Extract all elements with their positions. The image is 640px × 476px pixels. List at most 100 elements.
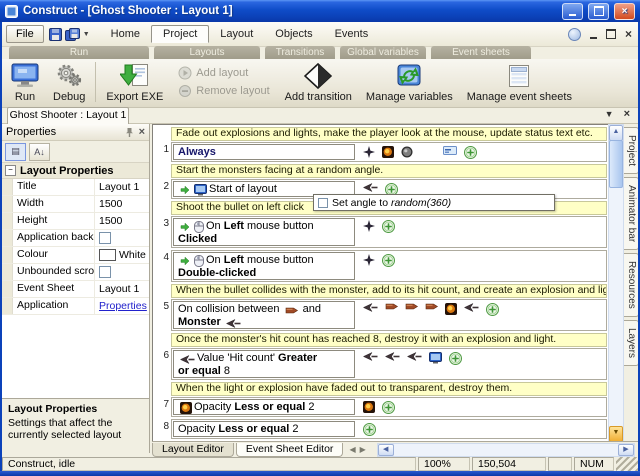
- side-tab-animator[interactable]: Animator bar: [624, 177, 639, 251]
- run-button[interactable]: Run: [4, 61, 46, 105]
- property-value[interactable]: [95, 266, 149, 278]
- event-row[interactable]: 7 Opacity Less or equal 2: [163, 397, 607, 417]
- hscroll-track[interactable]: [394, 444, 618, 456]
- add-icon[interactable]: [464, 146, 477, 159]
- event-condition[interactable]: Opacity Less or equal 2: [173, 399, 355, 415]
- tab-layout[interactable]: Layout: [209, 25, 264, 43]
- property-value[interactable]: 1500: [95, 215, 149, 227]
- debug-button[interactable]: Debug: [46, 61, 92, 105]
- side-tab-project[interactable]: Project: [624, 127, 639, 175]
- event-row[interactable]: 6 Value 'Hit count' Greater or equal 8: [163, 348, 607, 380]
- property-value[interactable]: White: [95, 249, 149, 261]
- maximize-button[interactable]: [588, 2, 609, 20]
- mdi-close-icon[interactable]: ×: [625, 28, 632, 40]
- tab-events[interactable]: Events: [324, 25, 380, 43]
- panel-menu-icon[interactable]: ▼: [605, 109, 614, 119]
- manage-variables-button[interactable]: Manage variables: [359, 61, 460, 105]
- side-tab-layers[interactable]: Layers: [624, 320, 639, 367]
- pin-icon[interactable]: [124, 127, 135, 138]
- event-comment[interactable]: Start the monsters facing at a random an…: [171, 164, 607, 178]
- property-value[interactable]: [95, 232, 149, 244]
- event-comment[interactable]: Fade out explosions and lights, make the…: [171, 127, 607, 141]
- event-actions[interactable]: [355, 217, 606, 247]
- tab-project[interactable]: Project: [151, 25, 210, 43]
- property-row[interactable]: Application Properties: [2, 298, 149, 315]
- add-icon[interactable]: [486, 303, 499, 316]
- event-row[interactable]: 5 On collision between and Monster: [163, 299, 607, 331]
- event-comment[interactable]: When the light or explosion have faded o…: [171, 382, 607, 396]
- color-swatch[interactable]: [99, 249, 116, 261]
- event-condition[interactable]: On Left mouse button Clicked: [173, 218, 355, 246]
- tab-layout-editor[interactable]: Layout Editor: [152, 442, 234, 457]
- property-checkbox[interactable]: [99, 232, 111, 244]
- event-comment[interactable]: When the bullet collides with the monste…: [171, 284, 607, 298]
- event-sheet-vscrollbar[interactable]: ▲ ▼: [608, 124, 624, 443]
- property-row[interactable]: Title Layout 1: [2, 179, 149, 196]
- save-icon[interactable]: [48, 27, 62, 41]
- panel-close-icon[interactable]: ×: [624, 108, 630, 119]
- add-icon[interactable]: [382, 220, 395, 233]
- sort-az-icon[interactable]: A↓: [29, 142, 50, 161]
- scroll-down-icon[interactable]: ▼: [609, 426, 623, 442]
- close-button[interactable]: ×: [614, 2, 635, 20]
- event-actions[interactable]: [355, 398, 606, 416]
- add-icon[interactable]: [449, 352, 462, 365]
- add-layout-button[interactable]: Add layout: [178, 66, 269, 80]
- resize-grip[interactable]: [616, 457, 638, 471]
- tab-home[interactable]: Home: [100, 25, 151, 43]
- mdi-restore-icon[interactable]: [605, 29, 616, 39]
- tab-objects[interactable]: Objects: [264, 25, 323, 43]
- property-group-header[interactable]: − Layout Properties: [2, 163, 149, 179]
- event-condition[interactable]: Opacity Less or equal 2: [173, 421, 355, 437]
- property-checkbox[interactable]: [99, 266, 111, 278]
- categorized-view-icon[interactable]: ▤: [5, 142, 26, 161]
- add-icon[interactable]: [363, 423, 376, 436]
- tab-nav-arrows[interactable]: ◀▶: [349, 445, 369, 454]
- event-comment[interactable]: Once the monster's hit count has reached…: [171, 333, 607, 347]
- event-row[interactable]: 8 Opacity Less or equal 2: [163, 419, 607, 439]
- dropdown-icon[interactable]: ▼: [83, 31, 90, 38]
- property-row[interactable]: Colour White: [2, 247, 149, 264]
- scroll-left-icon[interactable]: ◀: [377, 443, 394, 456]
- property-value[interactable]: Layout 1: [95, 181, 149, 193]
- scroll-thumb[interactable]: [609, 140, 623, 188]
- event-row[interactable]: 1 Always: [163, 142, 607, 162]
- tab-event-sheet-editor[interactable]: Event Sheet Editor: [235, 442, 344, 457]
- event-condition[interactable]: Value 'Hit count' Greater or equal 8: [173, 350, 355, 378]
- minimize-button[interactable]: [562, 2, 583, 20]
- event-actions[interactable]: [355, 300, 606, 330]
- save-all-icon[interactable]: [64, 27, 80, 41]
- property-row[interactable]: Unbounded scrolli: [2, 264, 149, 281]
- scroll-right-icon[interactable]: ▶: [618, 443, 634, 456]
- property-row[interactable]: Width 1500: [2, 196, 149, 213]
- event-actions[interactable]: [355, 420, 606, 438]
- horizontal-scrollbar[interactable]: ◀ ▶: [376, 442, 635, 457]
- event-condition[interactable]: On collision between and Monster: [173, 301, 355, 329]
- file-menu-button[interactable]: File: [6, 25, 44, 43]
- property-row[interactable]: Height 1500: [2, 213, 149, 230]
- scroll-up-icon[interactable]: ▲: [609, 125, 623, 141]
- event-condition[interactable]: Always: [173, 144, 355, 160]
- event-row[interactable]: 3 On Left mouse button Clicked: [163, 216, 607, 248]
- event-actions[interactable]: [355, 251, 606, 281]
- add-transition-button[interactable]: Add transition: [278, 61, 359, 105]
- event-condition[interactable]: On Left mouse button Double-clicked: [173, 252, 355, 280]
- collapse-icon[interactable]: −: [5, 165, 16, 176]
- property-value[interactable]: Layout 1: [95, 283, 149, 295]
- manage-event-sheets-button[interactable]: Manage event sheets: [460, 61, 579, 105]
- property-link[interactable]: Properties: [99, 300, 147, 312]
- title-bar[interactable]: Construct - [Ghost Shooter : Layout 1] ×: [0, 0, 640, 22]
- event-actions[interactable]: [355, 349, 606, 379]
- property-value[interactable]: Properties: [95, 300, 149, 312]
- remove-layout-button[interactable]: Remove layout: [178, 84, 270, 98]
- document-tab[interactable]: Ghost Shooter : Layout 1: [7, 107, 129, 124]
- properties-close-icon[interactable]: ×: [139, 126, 145, 137]
- mdi-minimize-icon[interactable]: [589, 30, 597, 39]
- add-icon[interactable]: [382, 254, 395, 267]
- side-tab-resources[interactable]: Resources: [624, 253, 639, 318]
- about-icon[interactable]: [567, 27, 581, 41]
- property-row[interactable]: Event Sheet Layout 1: [2, 281, 149, 298]
- event-actions[interactable]: [355, 143, 606, 161]
- property-value[interactable]: 1500: [95, 198, 149, 210]
- add-icon[interactable]: [382, 401, 395, 414]
